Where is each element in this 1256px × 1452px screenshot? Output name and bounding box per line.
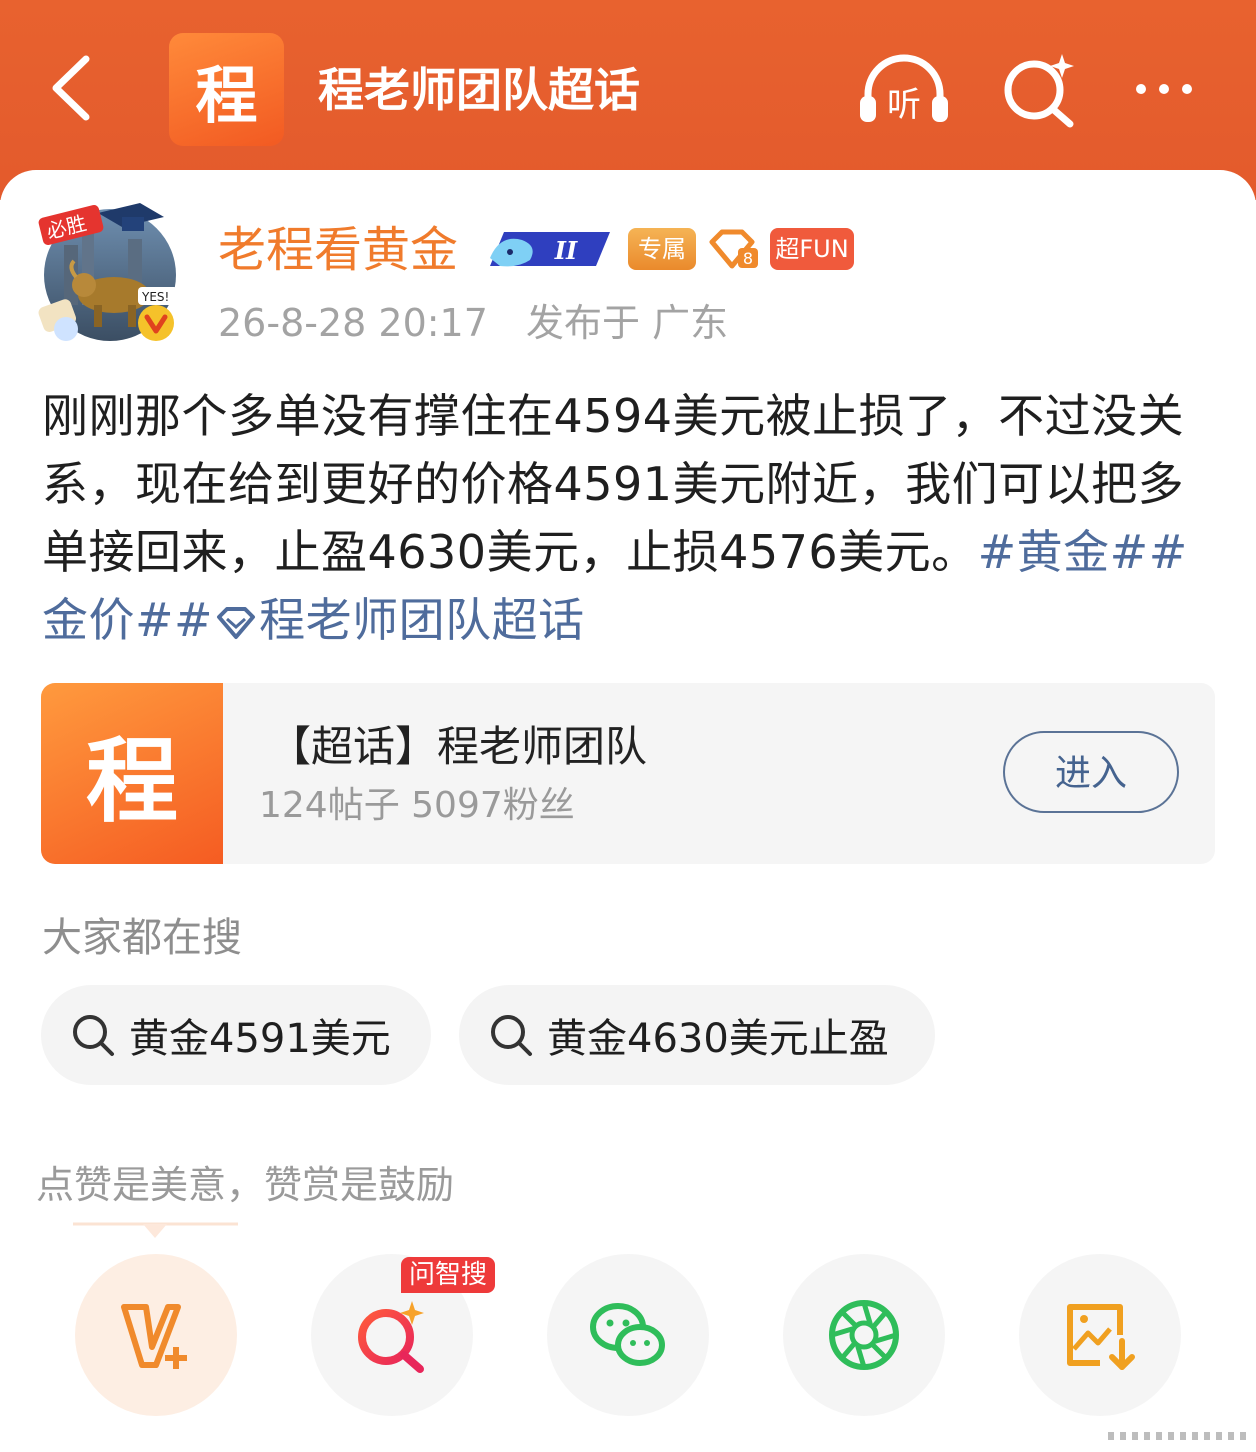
- search-chip[interactable]: 黄金4630美元止盈: [459, 985, 935, 1085]
- post-location: 发布于 广东: [526, 301, 729, 345]
- topic-card-logo: 程: [41, 683, 223, 864]
- exclusive-badge[interactable]: 专属: [628, 228, 696, 270]
- diamond-icon: [217, 607, 256, 639]
- fan-badge[interactable]: 8: [708, 228, 760, 270]
- scroll-indicator: [1108, 1432, 1248, 1440]
- avatar[interactable]: 必胜 YES!: [36, 195, 184, 350]
- post-time: 26-8-28 20:17: [218, 301, 488, 345]
- dot-icon: [1159, 84, 1169, 94]
- search-chip-label: 黄金4630美元止盈: [547, 1016, 889, 1062]
- more-button[interactable]: [1122, 62, 1206, 116]
- save-image-icon: [1067, 1304, 1135, 1370]
- save-image-button[interactable]: [1019, 1254, 1181, 1416]
- listen-label: 听: [887, 85, 921, 125]
- v-plus-button[interactable]: [75, 1254, 237, 1416]
- diamond-fan-icon: 8: [709, 229, 758, 269]
- whale-vip-icon: II: [490, 232, 610, 267]
- topic-card[interactable]: 程 【超话】程老师团队 124帖子 5097粉丝 进入: [41, 683, 1215, 864]
- chevron-left-icon: [52, 55, 90, 121]
- topic-link-label: 程老师团队超话: [259, 593, 585, 647]
- hashtag-gold[interactable]: #黄金#: [978, 525, 1149, 579]
- wechat-share-button[interactable]: [547, 1254, 709, 1416]
- topic-card-stats: 124帖子 5097粉丝: [259, 785, 575, 826]
- dot-icon: [1136, 84, 1146, 94]
- moments-share-button[interactable]: [783, 1254, 945, 1416]
- topic-card-title: 【超话】程老师团队: [269, 722, 648, 771]
- search-button[interactable]: [1000, 50, 1080, 130]
- headphones-icon: 听: [860, 54, 948, 125]
- vip-badge[interactable]: II: [486, 228, 614, 270]
- fan-level: 8: [743, 249, 753, 268]
- search-sparkle-icon: [1004, 54, 1074, 128]
- author-name[interactable]: 老程看黄金: [218, 218, 458, 282]
- dot-icon: [1182, 84, 1192, 94]
- search-chip-label: 黄金4591美元: [129, 1016, 391, 1062]
- search-icon: [73, 1015, 114, 1056]
- topic-card-logo-char: 程: [85, 728, 178, 835]
- listen-button[interactable]: 听: [856, 50, 952, 130]
- ai-search-icon: [358, 1301, 424, 1373]
- page-title: 程老师团队超话: [318, 63, 640, 117]
- vip-level: II: [554, 236, 578, 265]
- fun-badge[interactable]: 超FUN: [770, 228, 854, 270]
- topic-link[interactable]: # 程老师团队超话: [174, 593, 585, 647]
- moments-icon: [829, 1300, 899, 1370]
- enter-button[interactable]: 进入: [1003, 731, 1179, 813]
- avatar-tag-yes: YES!: [141, 290, 169, 304]
- tip-pointer-icon: [73, 1222, 238, 1238]
- topic-logo-char: 程: [195, 58, 258, 132]
- wechat-icon: [590, 1303, 665, 1366]
- reward-tip: 点赞是美意，赞赏是鼓励: [36, 1163, 455, 1207]
- post-content: 刚刚那个多单没有撑住在4594美元被止损了，不过没关系，现在给到更好的价格459…: [42, 382, 1222, 654]
- avatar-image: 必胜 YES!: [38, 203, 178, 341]
- topic-logo[interactable]: 程: [169, 33, 284, 146]
- ai-search-badge: 问智搜: [401, 1257, 495, 1293]
- trending-searches-heading: 大家都在搜: [42, 915, 242, 961]
- back-button[interactable]: [38, 52, 102, 124]
- v-plus-icon: [121, 1304, 187, 1369]
- search-chip[interactable]: 黄金4591美元: [41, 985, 431, 1085]
- search-icon: [491, 1015, 532, 1056]
